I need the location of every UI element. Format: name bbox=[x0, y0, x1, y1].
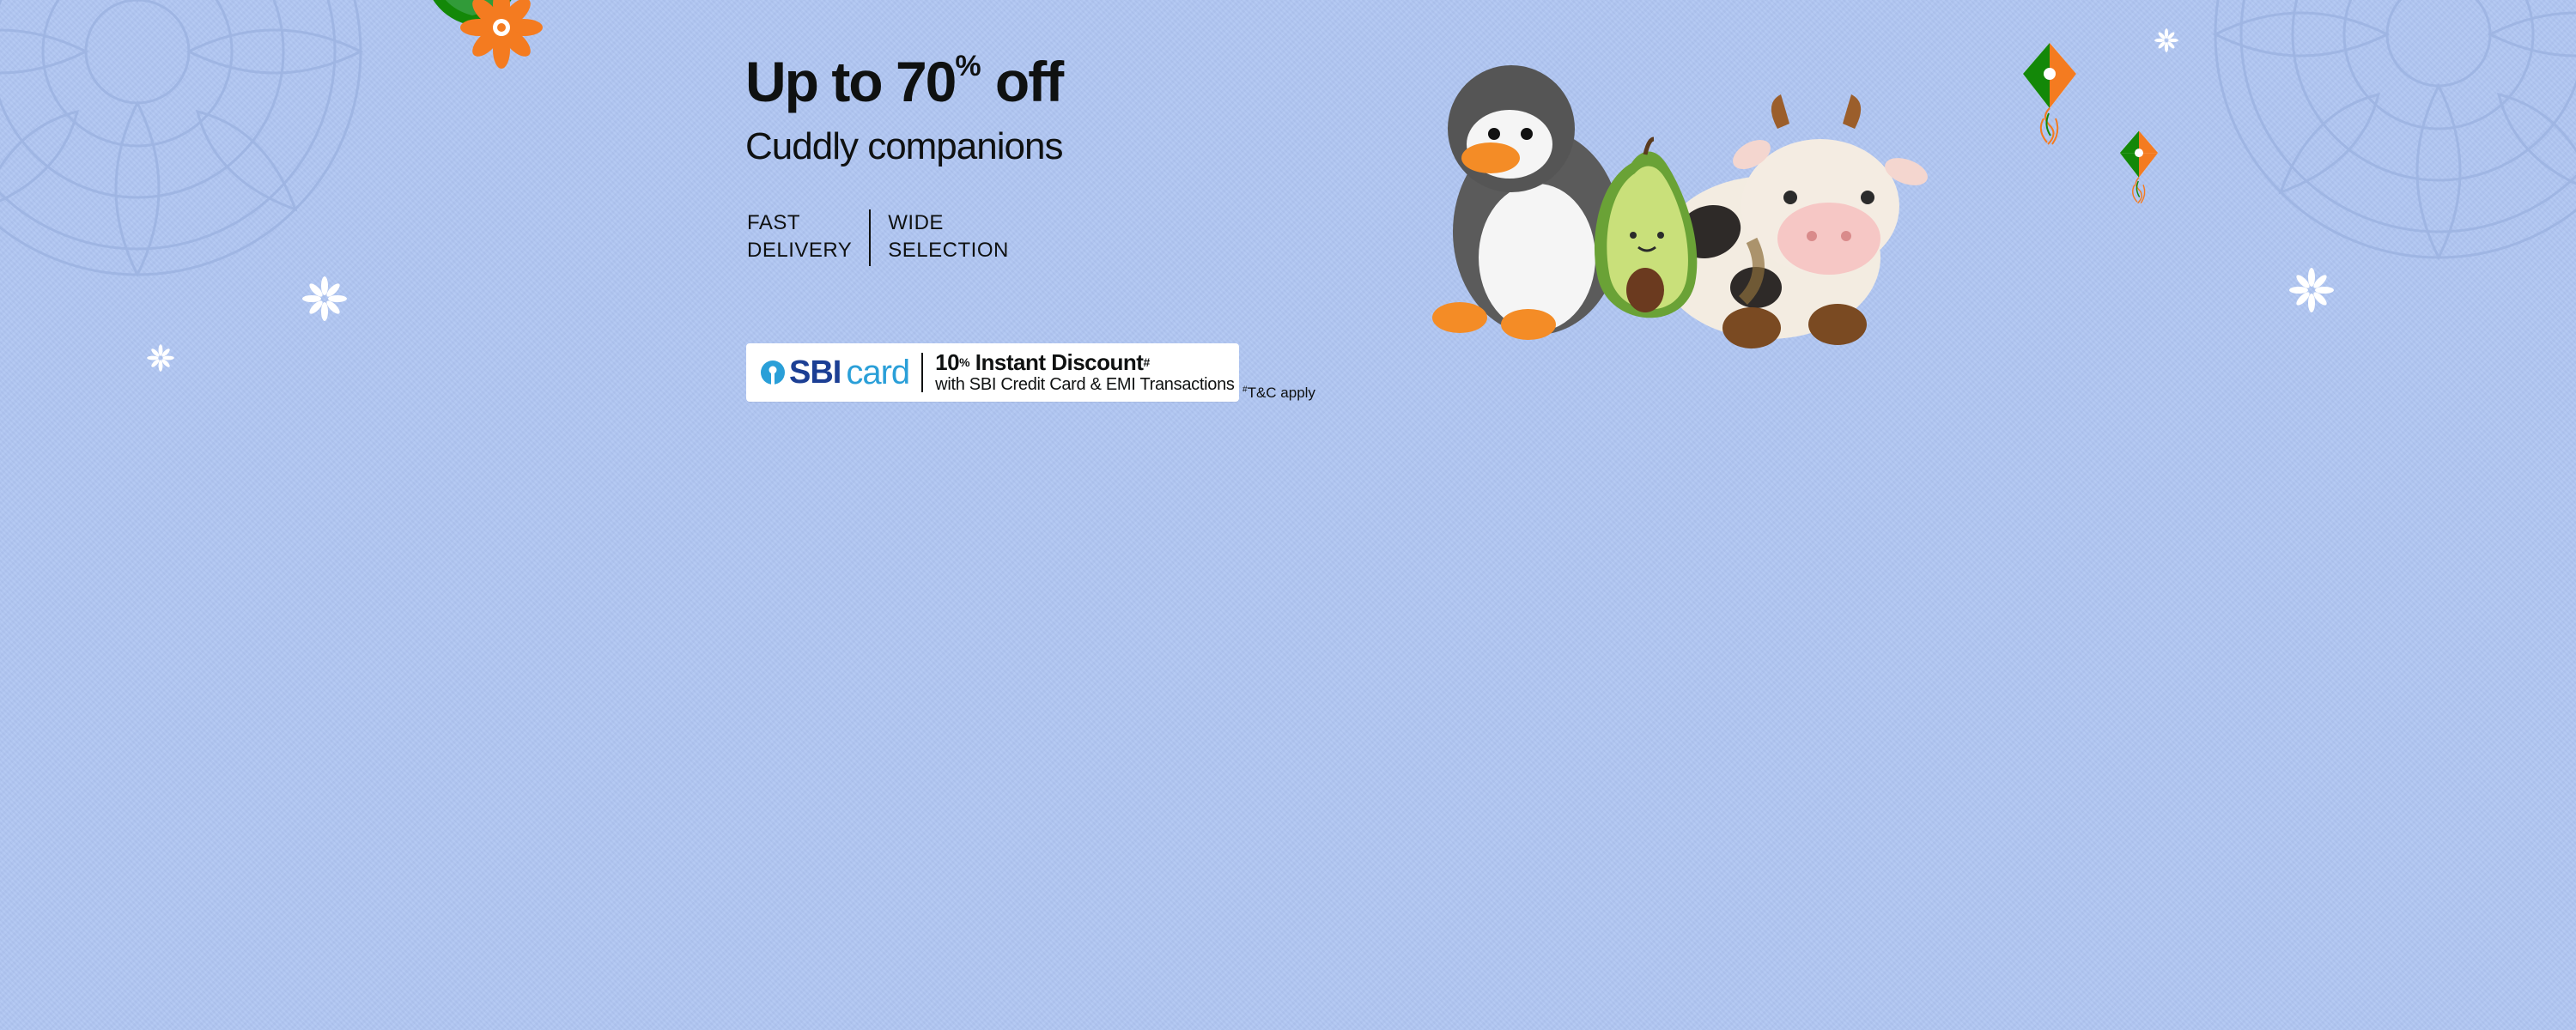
penguin-plush bbox=[1432, 65, 1621, 340]
offer-title-mark: # bbox=[1143, 355, 1150, 369]
offer-title-post: Instant Discount bbox=[969, 349, 1144, 375]
tnc-text: T&C apply bbox=[1247, 385, 1315, 401]
sparkle-icon bbox=[302, 276, 347, 321]
sbi-logo-icon bbox=[761, 360, 785, 385]
sbi-logo-text: SBI bbox=[789, 354, 841, 391]
headline-text-pre: Up to 70 bbox=[745, 50, 957, 113]
offer-subtitle: with SBI Credit Card & EMI Transactions bbox=[935, 375, 1235, 394]
feature-list: FAST DELIVERY WIDE SELECTION bbox=[747, 209, 1009, 266]
kite-icon bbox=[2119, 130, 2159, 204]
promo-headline: Up to 70% off bbox=[745, 50, 1064, 113]
feature-divider bbox=[869, 209, 872, 266]
sparkle-icon bbox=[2289, 268, 2334, 312]
card-logo-text: card bbox=[846, 353, 910, 391]
kite-icon bbox=[2023, 43, 2076, 145]
sparkle-icon bbox=[2154, 28, 2178, 52]
rangoli-right-decoration bbox=[2212, 0, 2576, 261]
offer-title-pre: 10 bbox=[935, 349, 960, 375]
terms-and-conditions[interactable]: #T&C apply bbox=[1242, 385, 1315, 402]
plush-toys-illustration bbox=[1432, 65, 1928, 348]
feature-wide-selection: WIDE SELECTION bbox=[888, 211, 1009, 262]
flower-icon bbox=[433, 0, 543, 69]
offer-title-percent: % bbox=[959, 355, 970, 369]
rangoli-left-decoration bbox=[0, 0, 364, 278]
headline-percent: % bbox=[955, 50, 981, 82]
bank-offer-banner[interactable]: SBI card 10% Instant Discount# with SBI … bbox=[746, 343, 1239, 402]
background-texture bbox=[0, 0, 2576, 1030]
feature-fast-delivery: FAST DELIVERY bbox=[747, 211, 853, 262]
avocado-plush bbox=[1594, 136, 1698, 318]
offer-copy: 10% Instant Discount# with SBI Credit Ca… bbox=[935, 350, 1235, 395]
cow-plush bbox=[1657, 94, 1928, 348]
sbi-card-logo: SBI card bbox=[760, 353, 910, 392]
offer-divider bbox=[921, 353, 924, 392]
promo-subheadline: Cuddly companions bbox=[745, 125, 1063, 167]
headline-text-post: off bbox=[981, 50, 1064, 113]
offer-title: 10% Instant Discount# bbox=[935, 350, 1234, 374]
sparkle-icon bbox=[147, 344, 174, 372]
